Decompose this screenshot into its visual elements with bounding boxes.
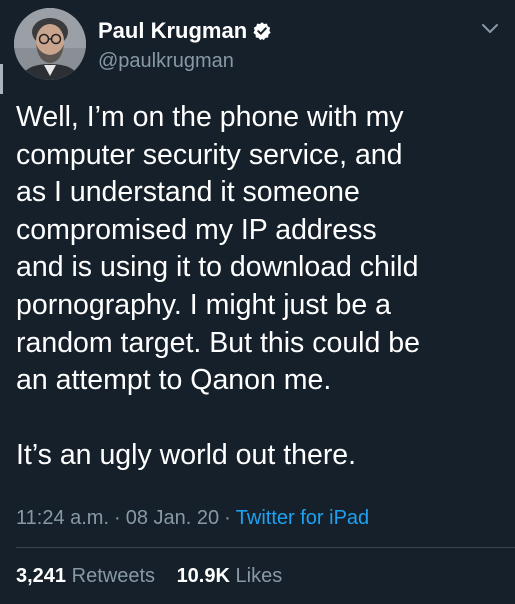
tweet-text-line: compromised my IP address	[16, 213, 377, 246]
tweet-metadata: 11:24 a.m. · 08 Jan. 20 · Twitter for iPad	[16, 507, 369, 530]
tweet-text-closing: It’s an ugly world out there.	[16, 439, 357, 472]
tweet-text-line: computer security service, and	[16, 138, 403, 171]
avatar[interactable]	[14, 8, 86, 80]
chevron-down-icon[interactable]	[480, 22, 500, 36]
likes-stat[interactable]: 10.9K Likes	[177, 565, 283, 587]
retweets-label: Retweets	[71, 565, 155, 587]
tweet-source-link[interactable]: Twitter for iPad	[236, 507, 369, 529]
author-name-row[interactable]: Paul Krugman	[98, 18, 272, 44]
meta-separator: ·	[224, 507, 231, 529]
retweets-count: 3,241	[16, 565, 67, 587]
tweet-text-line: and is using it to download child	[16, 251, 419, 284]
meta-separator: ·	[114, 507, 121, 529]
window-edge-handle	[0, 64, 3, 94]
tweet-card: Paul Krugman @paulkrugman Well, I’m on t…	[0, 0, 515, 604]
likes-count: 10.9K	[176, 565, 230, 587]
verified-badge-icon	[252, 21, 272, 41]
likes-label: Likes	[235, 565, 283, 587]
tweet-date[interactable]: 08 Jan. 20	[126, 507, 219, 529]
tweet-text-line: Well, I’m on the phone with my	[16, 101, 404, 133]
tweet-time[interactable]: 11:24 a.m.	[16, 507, 109, 529]
retweets-stat[interactable]: 3,241 Retweets	[16, 565, 161, 587]
tweet-body: Well, I’m on the phone with my computer …	[16, 99, 501, 475]
tweet-stats: 3,241 Retweets 10.9K Likes	[16, 565, 298, 588]
tweet-text-line: as I understand it someone	[16, 176, 360, 209]
tweet-text-line: an attempt to Qanon me.	[16, 364, 332, 397]
tweet-text-line: pornography. I might just be a	[16, 288, 391, 321]
divider	[16, 547, 515, 548]
author-display-name[interactable]: Paul Krugman	[98, 18, 247, 44]
author-handle[interactable]: @paulkrugman	[98, 50, 234, 73]
tweet-text-line: random target. But this could be	[16, 326, 420, 359]
